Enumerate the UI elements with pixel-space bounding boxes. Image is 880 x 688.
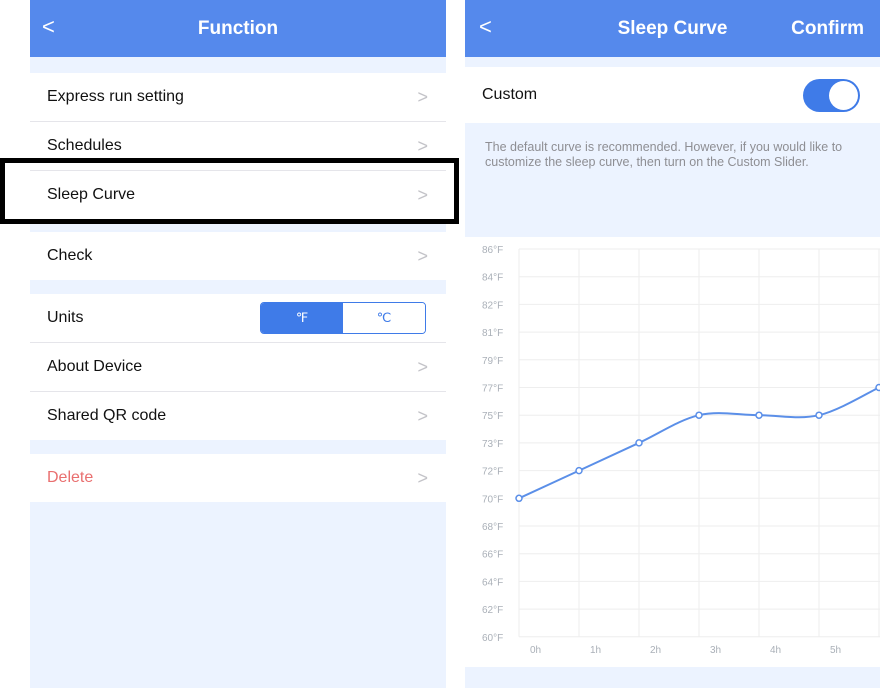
y-tick-label: 77°F [482,384,503,395]
units-row: Units ℉ ℃ [30,294,446,343]
sleep-curve-chart-area: 86°F 84°F 82°F 81°F 79°F 77°F 75°F 73°F 72°F 70°F… [465,237,880,667]
sleep-curve-screen: < Sleep Curve Confirm Custom The default… [465,0,880,688]
unit-celsius-option[interactable]: ℃ [343,303,425,333]
menu-item-label: Check [47,247,93,264]
description-text: The default curve is recommended. Howeve… [485,140,843,169]
delete-label: Delete [47,469,94,486]
y-tick-label: 64°F [482,577,503,588]
sleep-curve-highlight-box [0,158,459,224]
menu-item-label: Express run setting [47,88,184,105]
y-tick-label: 72°F [482,467,503,478]
units-label: Units [47,309,84,326]
y-tick-label: 86°F [482,245,503,256]
chevron-right-icon: > [417,87,428,107]
y-tick-label: 68°F [482,522,503,533]
y-tick-label: 82°F [482,300,503,311]
data-point[interactable] [815,411,823,419]
custom-toggle[interactable] [803,79,860,112]
y-tick-label: 60°F [482,633,503,644]
chevron-right-icon: > [417,357,428,377]
confirm-button[interactable]: Confirm [791,0,864,57]
x-tick-label: 1h [590,645,601,656]
function-navbar: < Function [30,0,446,57]
menu-item-label: About Device [47,358,143,375]
sleep-curve-chart[interactable]: 86°F 84°F 82°F 81°F 79°F 77°F 75°F 73°F 72°F 70°F… [465,237,880,667]
data-point[interactable] [755,411,763,419]
chevron-right-icon: > [417,406,428,426]
x-tick-label: 2h [650,645,661,656]
chevron-right-icon: > [417,468,428,488]
menu-item-about-device[interactable]: About Device > [30,343,446,392]
menu-item-shared-qr-code[interactable]: Shared QR code > [30,392,446,440]
y-tick-label: 81°F [482,328,503,339]
x-tick-label: 4h [770,645,781,656]
y-tick-label: 62°F [482,605,503,616]
toggle-knob [829,81,858,110]
menu-group-2: Check > [30,232,446,280]
data-point[interactable] [515,494,523,503]
custom-row: Custom [465,67,880,123]
menu-group-3: Units ℉ ℃ About Device > Shared QR code … [30,294,446,440]
y-tick-label: 70°F [482,494,503,505]
data-point[interactable] [695,411,703,419]
menu-item-label: Shared QR code [47,407,167,424]
y-tick-label: 66°F [482,550,503,561]
page-title: Function [197,18,279,39]
y-tick-label: 79°F [482,356,503,367]
data-point[interactable] [875,383,880,392]
data-point[interactable] [635,439,643,447]
unit-fahrenheit-option[interactable]: ℉ [261,303,343,333]
function-screen: < Function Express run setting > Schedul… [30,0,446,688]
custom-label: Custom [482,86,538,103]
units-segmented-control[interactable]: ℉ ℃ [260,302,426,334]
chevron-right-icon: > [417,246,428,266]
x-tick-label: 3h [710,645,721,656]
menu-item-delete[interactable]: Delete > [30,454,446,502]
menu-item-express-run-setting[interactable]: Express run setting > [30,73,446,122]
x-tick-label: 0h [530,645,541,656]
data-point[interactable] [575,466,583,475]
menu-item-check[interactable]: Check > [30,232,446,280]
menu-group-4: Delete > [30,454,446,502]
y-tick-label: 84°F [482,273,503,284]
y-tick-label: 75°F [482,411,503,422]
sleep-curve-navbar: < Sleep Curve Confirm [465,0,880,57]
y-tick-label: 73°F [482,439,503,450]
x-tick-label: 5h [830,645,841,656]
